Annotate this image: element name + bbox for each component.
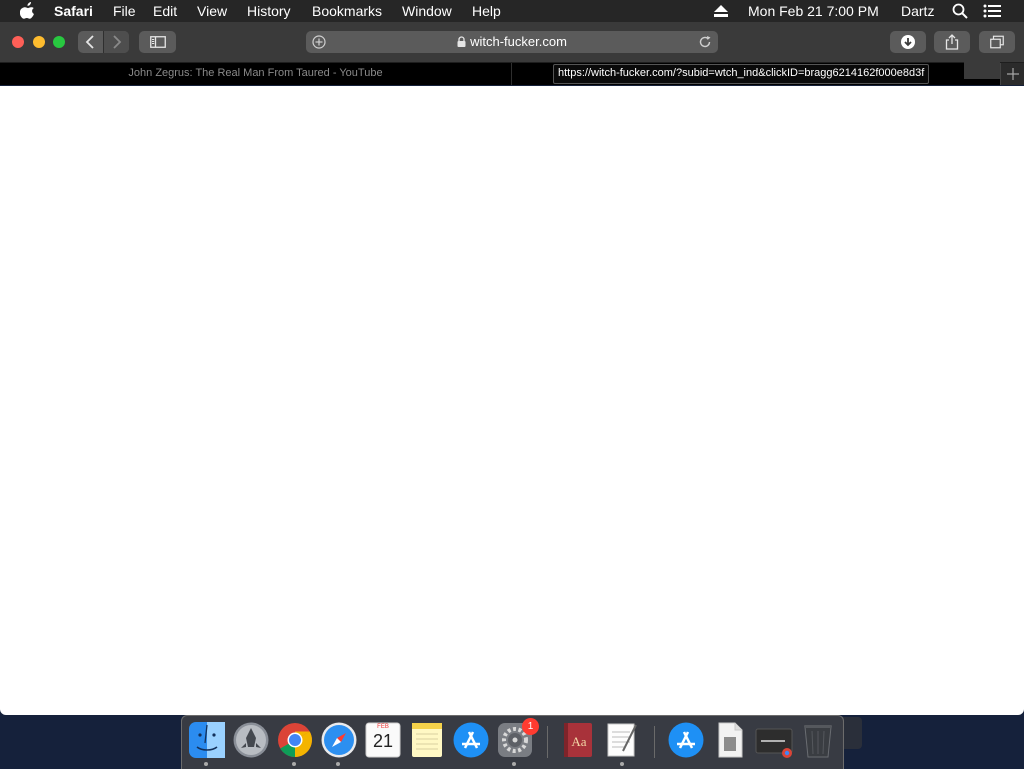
dock-launchpad-icon[interactable] xyxy=(232,721,270,759)
spotlight-search-icon[interactable] xyxy=(952,3,968,19)
menu-bookmarks[interactable]: Bookmarks xyxy=(312,3,382,19)
back-button[interactable] xyxy=(78,31,103,53)
address-display: witch-fucker.com xyxy=(306,34,718,49)
share-button[interactable] xyxy=(934,31,970,53)
window-close-button[interactable] xyxy=(12,36,24,48)
dock-app-store-stack-icon[interactable] xyxy=(667,721,705,759)
dock-system-preferences-icon[interactable]: 1 xyxy=(496,718,539,759)
dock-notes-icon[interactable] xyxy=(408,721,446,759)
web-page-content[interactable] xyxy=(0,86,1024,715)
dock-safari-icon[interactable] xyxy=(320,721,358,759)
running-indicator xyxy=(292,762,296,766)
apple-menu-icon[interactable] xyxy=(20,2,36,20)
dock-chrome-window-icon[interactable] xyxy=(755,721,793,759)
sidebar-icon xyxy=(149,36,166,48)
dock-trash-icon[interactable] xyxy=(799,721,837,759)
menu-user-name[interactable]: Dartz xyxy=(901,3,934,19)
running-indicator xyxy=(512,762,516,766)
menu-app-name[interactable]: Safari xyxy=(54,3,93,19)
tab-youtube[interactable]: John Zegrus: The Real Man From Taured - … xyxy=(0,63,512,85)
window-minimize-button[interactable] xyxy=(33,36,45,48)
menu-view[interactable]: View xyxy=(197,3,227,19)
forward-button[interactable] xyxy=(104,31,129,53)
running-indicator xyxy=(620,762,624,766)
notification-badge: 1 xyxy=(522,718,539,735)
address-bar[interactable]: witch-fucker.com xyxy=(306,31,718,53)
running-indicator xyxy=(336,762,340,766)
dock-separator xyxy=(654,726,655,758)
dock-document-icon[interactable] xyxy=(711,721,749,759)
menu-help[interactable]: Help xyxy=(472,3,501,19)
menu-bar: Safari File Edit View History Bookmarks … xyxy=(0,0,1024,22)
address-domain: witch-fucker.com xyxy=(470,34,567,49)
reload-icon[interactable] xyxy=(698,35,712,49)
window-fullscreen-button[interactable] xyxy=(53,36,65,48)
new-tab-button[interactable] xyxy=(1000,63,1024,85)
menu-file[interactable]: File xyxy=(113,3,136,19)
calendar-month: FEB xyxy=(377,724,389,730)
navigation-buttons xyxy=(78,31,129,53)
dock-calendar-icon[interactable]: FEB 21 xyxy=(364,721,402,759)
share-icon xyxy=(945,34,959,50)
tab-title: John Zegrus: The Real Man From Taured - … xyxy=(128,67,383,79)
tab-overview-icon xyxy=(990,35,1004,49)
chevron-right-icon xyxy=(113,35,122,49)
lock-icon xyxy=(457,36,466,47)
notification-center-icon[interactable] xyxy=(983,4,1001,18)
link-hover-status-url: https://witch-fucker.com/?subid=wtch_ind… xyxy=(553,64,930,84)
svg-text:Aa: Aa xyxy=(571,734,586,749)
chevron-left-icon xyxy=(85,35,94,49)
menu-window[interactable]: Window xyxy=(402,3,452,19)
downloads-button[interactable] xyxy=(890,31,926,53)
eject-icon[interactable] xyxy=(714,5,728,17)
dock-app-store-icon[interactable] xyxy=(452,721,490,759)
dock-finder-icon[interactable] xyxy=(188,721,226,759)
running-indicator xyxy=(204,762,208,766)
calendar-day: 21 xyxy=(372,731,394,751)
dock: FEB 21 1 Aa xyxy=(181,715,844,769)
dock-textedit-icon[interactable] xyxy=(603,721,641,759)
menu-clock[interactable]: Mon Feb 21 7:00 PM xyxy=(748,3,879,19)
dock-shadow xyxy=(842,717,862,749)
dock-dictionary-icon[interactable]: Aa xyxy=(559,721,597,759)
browser-toolbar: witch-fucker.com xyxy=(0,22,1024,63)
menu-history[interactable]: History xyxy=(247,3,291,19)
tab-bar-filler xyxy=(964,62,1000,79)
tab-overview-button[interactable] xyxy=(979,31,1015,53)
plus-icon xyxy=(1007,68,1019,80)
menu-edit[interactable]: Edit xyxy=(153,3,177,19)
download-icon xyxy=(901,35,915,49)
sidebar-toggle-button[interactable] xyxy=(139,31,176,53)
dock-chrome-icon[interactable] xyxy=(276,721,314,759)
dock-separator xyxy=(547,726,548,758)
